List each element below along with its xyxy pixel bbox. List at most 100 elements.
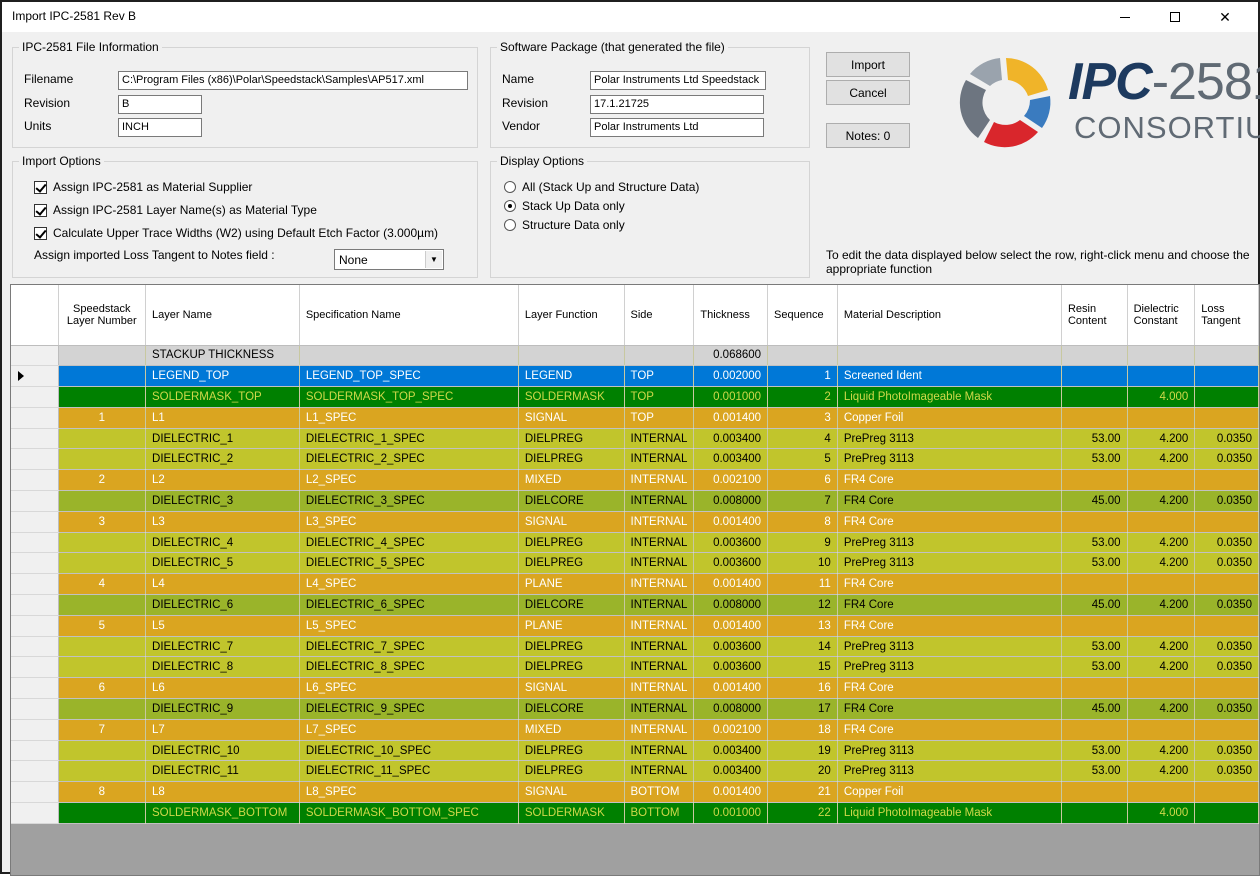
- loss-tangent-cell[interactable]: 0.0350: [1194, 594, 1259, 616]
- row-header[interactable]: [11, 448, 59, 471]
- layer-function-cell[interactable]: PLANE: [518, 615, 625, 637]
- loss-tangent-cell[interactable]: [1194, 615, 1259, 637]
- table-row[interactable]: 2 L2 L2_SPEC MIXED INTERNAL 0.002100 6 FR4 Core: [11, 469, 1259, 492]
- layer-name-cell[interactable]: DIELECTRIC_11: [145, 760, 300, 783]
- import-button[interactable]: Import: [826, 52, 910, 77]
- loss-tangent-select[interactable]: None ▼: [334, 249, 444, 270]
- layer-name-cell[interactable]: DIELECTRIC_1: [145, 428, 300, 450]
- thickness-cell[interactable]: 0.001400: [693, 511, 769, 533]
- row-header[interactable]: [11, 428, 59, 450]
- row-header[interactable]: [11, 345, 59, 367]
- resin-content-cell[interactable]: 53.00: [1061, 656, 1128, 679]
- table-row[interactable]: DIELECTRIC_3 DIELECTRIC_3_SPEC DIELCORE INT…: [11, 490, 1259, 512]
- resin-content-cell[interactable]: 53.00: [1061, 448, 1128, 471]
- layer-function-cell[interactable]: [518, 345, 625, 367]
- layer-function-cell[interactable]: SIGNAL: [518, 677, 625, 700]
- side-cell[interactable]: INTERNAL: [624, 490, 695, 512]
- display-stackup-radio[interactable]: Stack Up Data only: [504, 199, 625, 213]
- cancel-button[interactable]: Cancel: [826, 80, 910, 105]
- side-cell[interactable]: BOTTOM: [624, 802, 695, 824]
- layer-function-cell[interactable]: DIELPREG: [518, 448, 625, 471]
- col-header-material-description[interactable]: Material Description: [837, 285, 1062, 346]
- sequence-cell[interactable]: 6: [767, 469, 838, 492]
- stackup-grid[interactable]: Speedstack Layer Number Layer Name Speci…: [10, 284, 1260, 876]
- sequence-cell[interactable]: 17: [767, 698, 838, 720]
- dielectric-constant-cell[interactable]: [1127, 719, 1196, 741]
- spec-name-cell[interactable]: DIELECTRIC_3_SPEC: [299, 490, 519, 512]
- row-header[interactable]: [11, 365, 59, 388]
- side-cell[interactable]: INTERNAL: [624, 677, 695, 700]
- row-header[interactable]: [11, 469, 59, 492]
- dielectric-constant-cell[interactable]: 4.200: [1127, 698, 1196, 720]
- spec-name-cell[interactable]: L7_SPEC: [299, 719, 519, 741]
- layer-function-cell[interactable]: DIELPREG: [518, 760, 625, 783]
- thickness-cell[interactable]: 0.008000: [693, 594, 769, 616]
- layer-number-cell[interactable]: 1: [58, 407, 147, 429]
- material-description-cell[interactable]: FR4 Core: [837, 469, 1062, 492]
- resin-content-cell[interactable]: [1061, 802, 1128, 824]
- material-description-cell[interactable]: PrePreg 3113: [837, 428, 1062, 450]
- thickness-cell[interactable]: 0.001400: [693, 781, 769, 804]
- material-description-cell[interactable]: FR4 Core: [837, 719, 1062, 741]
- layer-function-cell[interactable]: MIXED: [518, 469, 625, 492]
- resin-content-cell[interactable]: 45.00: [1061, 594, 1128, 616]
- resin-content-cell[interactable]: [1061, 511, 1128, 533]
- layer-name-cell[interactable]: DIELECTRIC_4: [145, 532, 300, 554]
- layer-name-cell[interactable]: DIELECTRIC_8: [145, 656, 300, 679]
- loss-tangent-cell[interactable]: [1194, 345, 1259, 367]
- side-cell[interactable]: INTERNAL: [624, 511, 695, 533]
- thickness-cell[interactable]: 0.003400: [693, 428, 769, 450]
- material-description-cell[interactable]: FR4 Core: [837, 677, 1062, 700]
- material-description-cell[interactable]: FR4 Core: [837, 573, 1062, 596]
- table-row[interactable]: 8 L8 L8_SPEC SIGNAL BOTTOM 0.001400 21 Copper F…: [11, 781, 1259, 804]
- row-header[interactable]: [11, 677, 59, 700]
- layer-name-cell[interactable]: L6: [145, 677, 300, 700]
- side-cell[interactable]: TOP: [624, 407, 695, 429]
- spec-name-cell[interactable]: DIELECTRIC_8_SPEC: [299, 656, 519, 679]
- table-row[interactable]: SOLDERMASK_BOTTOM SOLDERMASK_BOTTOM_SPEC S…: [11, 802, 1259, 824]
- trace-width-checkbox[interactable]: Calculate Upper Trace Widths (W2) using …: [34, 226, 438, 240]
- table-row[interactable]: DIELECTRIC_9 DIELECTRIC_9_SPEC DIELCORE INT…: [11, 698, 1259, 720]
- dielectric-constant-cell[interactable]: 4.200: [1127, 656, 1196, 679]
- dielectric-constant-cell[interactable]: 4.200: [1127, 428, 1196, 450]
- layer-number-cell[interactable]: 4: [58, 573, 147, 596]
- resin-content-cell[interactable]: [1061, 407, 1128, 429]
- layer-function-cell[interactable]: DIELPREG: [518, 428, 625, 450]
- material-description-cell[interactable]: PrePreg 3113: [837, 760, 1062, 783]
- resin-content-cell[interactable]: [1061, 345, 1128, 367]
- sequence-cell[interactable]: 13: [767, 615, 838, 637]
- layer-name-cell[interactable]: DIELECTRIC_6: [145, 594, 300, 616]
- dielectric-constant-cell[interactable]: [1127, 469, 1196, 492]
- resin-content-cell[interactable]: [1061, 781, 1128, 804]
- resin-content-cell[interactable]: 53.00: [1061, 636, 1128, 658]
- spec-name-cell[interactable]: L3_SPEC: [299, 511, 519, 533]
- thickness-cell[interactable]: 0.003400: [693, 760, 769, 783]
- layer-number-cell[interactable]: 5: [58, 615, 147, 637]
- spec-name-cell[interactable]: DIELECTRIC_6_SPEC: [299, 594, 519, 616]
- layer-name-cell[interactable]: SOLDERMASK_TOP: [145, 386, 300, 408]
- sequence-cell[interactable]: 20: [767, 760, 838, 783]
- sequence-cell[interactable]: [767, 345, 838, 367]
- loss-tangent-cell[interactable]: 0.0350: [1194, 656, 1259, 679]
- layer-name-cell[interactable]: L8: [145, 781, 300, 804]
- side-cell[interactable]: INTERNAL: [624, 636, 695, 658]
- material-description-cell[interactable]: [837, 345, 1062, 367]
- side-cell[interactable]: INTERNAL: [624, 428, 695, 450]
- display-all-radio[interactable]: All (Stack Up and Structure Data): [504, 180, 699, 194]
- thickness-cell[interactable]: 0.003400: [693, 740, 769, 762]
- layer-name-checkbox[interactable]: Assign IPC-2581 Layer Name(s) as Materia…: [34, 203, 317, 217]
- table-row[interactable]: DIELECTRIC_10 DIELECTRIC_10_SPEC DIELPREG I…: [11, 740, 1259, 762]
- thickness-cell[interactable]: 0.068600: [693, 345, 769, 367]
- material-description-cell[interactable]: Screened Ident: [837, 365, 1062, 388]
- side-cell[interactable]: TOP: [624, 365, 695, 388]
- dielectric-constant-cell[interactable]: 4.200: [1127, 760, 1196, 783]
- thickness-cell[interactable]: 0.008000: [693, 490, 769, 512]
- loss-tangent-cell[interactable]: 0.0350: [1194, 448, 1259, 471]
- layer-function-cell[interactable]: DIELPREG: [518, 656, 625, 679]
- table-row[interactable]: 7 L7 L7_SPEC MIXED INTERNAL 0.002100 18 FR4 Cor…: [11, 719, 1259, 741]
- material-description-cell[interactable]: PrePreg 3113: [837, 636, 1062, 658]
- table-row[interactable]: DIELECTRIC_2 DIELECTRIC_2_SPEC DIELPREG INT…: [11, 448, 1259, 471]
- spec-name-cell[interactable]: L8_SPEC: [299, 781, 519, 804]
- resin-content-cell[interactable]: 53.00: [1061, 552, 1128, 575]
- side-cell[interactable]: INTERNAL: [624, 760, 695, 783]
